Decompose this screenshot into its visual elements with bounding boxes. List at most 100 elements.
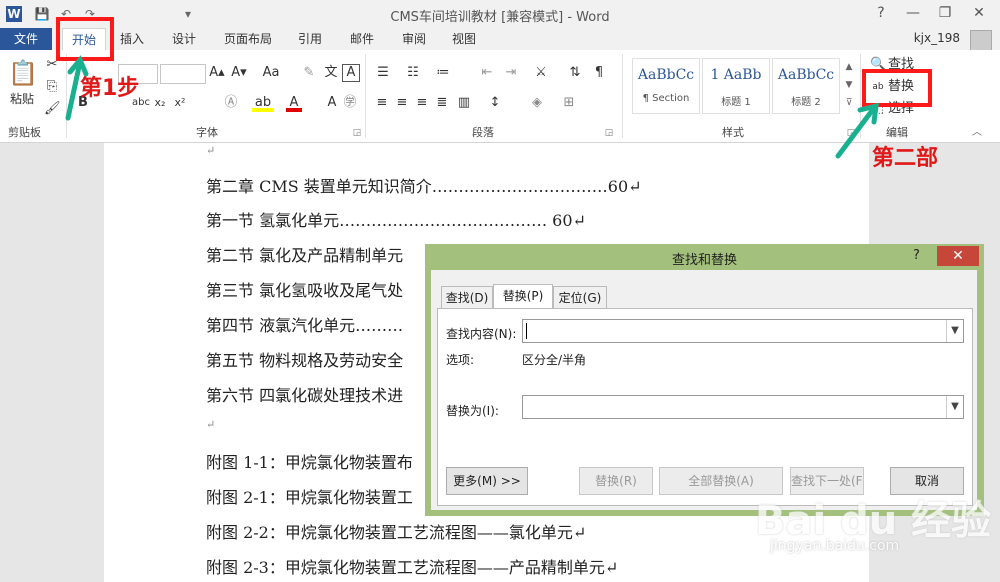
highlight-icon[interactable]: ab <box>252 94 274 112</box>
toc-line[interactable]: 附图 1-1：甲烷氯化物装置布 <box>206 449 413 473</box>
dialog-close-button[interactable]: ✕ <box>937 246 979 266</box>
more-button[interactable]: 更多(M) >> <box>446 467 528 495</box>
font-size-dropdown[interactable] <box>160 64 206 84</box>
superscript-icon[interactable]: x² <box>172 94 188 112</box>
dialog-body: 查找(D) 替换(P) 定位(G) 查找内容(N): ▼ 选项: 区分全/半角 … <box>431 270 977 510</box>
arrow-annotation-2 <box>835 102 879 159</box>
borders-icon[interactable]: ⊞ <box>560 94 578 112</box>
avatar[interactable] <box>970 30 992 52</box>
close-button[interactable]: ✕ <box>964 2 994 24</box>
title-bar: W 💾 ↶ ↷ ▾ CMS车间培训教材 [兼容模式] - Word ? — ❐ … <box>0 0 1000 28</box>
grow-font-icon[interactable]: A▴ <box>208 64 226 82</box>
editing-group-label: 编辑 <box>886 126 908 139</box>
style-section[interactable]: AaBbCc ¶ Section <box>632 58 700 114</box>
styles-scroll-up-icon[interactable]: ▲ <box>842 58 856 76</box>
tab-insert[interactable]: 插入 <box>114 28 150 50</box>
options-label: 选项: <box>446 353 475 367</box>
show-marks-icon[interactable]: ¶ <box>590 64 608 82</box>
font-group-label: 字体 <box>196 126 218 139</box>
tab-review[interactable]: 审阅 <box>396 28 432 50</box>
tab-view[interactable]: 视图 <box>446 28 482 50</box>
find-replace-dialog: 查找和替换 ? ✕ 查找(D) 替换(P) 定位(G) 查找内容(N): ▼ 选… <box>425 244 984 516</box>
dialog-title: 查找和替换 <box>671 253 737 268</box>
tab-mailings[interactable]: 邮件 <box>344 28 380 50</box>
font-dialog-launcher-icon[interactable]: ◲ <box>352 124 362 142</box>
replace-with-label: 替换为(I): <box>446 404 499 418</box>
minimize-button[interactable]: — <box>898 2 928 24</box>
replace-with-input[interactable]: ▼ <box>522 395 964 419</box>
style-preview: AaBbCc <box>637 67 695 83</box>
replace-panel: 查找内容(N): ▼ 选项: 区分全/半角 替换为(I): ▼ 更多(M) >>… <box>437 308 973 506</box>
watermark-url: jingyan.baidu.com <box>770 538 900 554</box>
tab-design[interactable]: 设计 <box>166 28 202 50</box>
toc-line[interactable]: 附图 2-2：甲烷氯化物装置工艺流程图——氯化单元↵ <box>206 519 586 543</box>
shading-icon[interactable]: ◈ <box>528 94 546 112</box>
user-name[interactable]: kjx_198 <box>914 31 960 45</box>
find-what-label: 查找内容(N): <box>446 327 517 341</box>
chevron-down-icon[interactable]: ▼ <box>946 396 963 418</box>
sort-icon[interactable]: ⇅ <box>566 64 584 82</box>
toc-line[interactable]: 第三节 氯化氢吸收及尾气处 <box>206 277 403 301</box>
style-name: ¶ Section <box>642 93 690 104</box>
toc-line[interactable]: 附图 2-1：甲烷氯化物装置工 <box>206 484 413 508</box>
toc-line[interactable]: 第二章 CMS 装置单元知识简介……………………………60↵ <box>206 173 642 197</box>
clear-format-icon[interactable]: ✎ <box>300 64 318 82</box>
dialog-help-button[interactable]: ? <box>913 248 920 263</box>
paragraph-mark: ↵ <box>206 418 216 431</box>
toc-line[interactable]: 第一节 氢氯化单元………………………………… 60↵ <box>206 207 586 231</box>
chevron-down-icon[interactable]: ▼ <box>946 320 963 342</box>
enclose-char-icon[interactable]: ㊫ <box>342 94 358 112</box>
window-title: CMS车间培训教材 [兼容模式] - Word <box>390 10 610 25</box>
help-button[interactable]: ? <box>866 2 896 24</box>
paragraph-dialog-launcher-icon[interactable]: ◲ <box>604 124 614 142</box>
align-right-icon[interactable]: ≡ <box>414 94 430 112</box>
styles-scroll-down-icon[interactable]: ▼ <box>842 76 856 94</box>
text-effects-icon[interactable]: Ⓐ <box>222 94 240 112</box>
tab-find[interactable]: 查找(D) <box>441 286 493 309</box>
group-separator <box>622 54 623 138</box>
char-border-icon[interactable]: A <box>342 64 360 82</box>
tab-references[interactable]: 引用 <box>292 28 328 50</box>
toc-line[interactable]: 第五节 物料规格及劳动安全 <box>206 347 403 371</box>
text-cursor <box>526 323 527 339</box>
styles-group-label: 样式 <box>722 126 744 139</box>
restore-button[interactable]: ❐ <box>930 2 960 24</box>
bullets-icon[interactable]: ☰ <box>374 64 392 82</box>
toc-line[interactable]: 第四节 液氯汽化单元……… <box>206 312 403 336</box>
paragraph-mark: ↵ <box>206 144 216 157</box>
tab-page-layout[interactable]: 页面布局 <box>220 28 276 50</box>
find-what-input[interactable]: ▼ <box>522 319 964 343</box>
align-center-icon[interactable]: ≡ <box>394 94 410 112</box>
align-left-icon[interactable]: ≡ <box>374 94 390 112</box>
change-case-icon[interactable]: Aa <box>258 64 284 82</box>
phonetic-guide-icon[interactable]: 文 <box>322 64 340 82</box>
numbering-icon[interactable]: ☷ <box>404 64 422 82</box>
line-spacing-icon[interactable]: ↕ <box>486 94 504 112</box>
toc-line[interactable]: 第六节 四氯化碳处理技术进 <box>206 382 403 406</box>
shrink-font-icon[interactable]: A▾ <box>230 64 248 82</box>
asian-layout-icon[interactable]: ⚔ <box>530 64 552 82</box>
tab-goto[interactable]: 定位(G) <box>553 286 607 309</box>
paste-icon[interactable]: 📋 <box>8 58 38 88</box>
replace-one-button[interactable]: 替换(R) <box>579 467 653 495</box>
style-heading-2[interactable]: AaBbCc 标题 2 <box>772 58 840 114</box>
style-preview: AaBbCc <box>777 67 835 83</box>
char-shading-icon[interactable]: A <box>324 94 340 112</box>
font-color-icon[interactable]: A <box>286 94 302 112</box>
tab-file[interactable]: 文件 <box>0 28 52 50</box>
justify-icon[interactable]: ≣ <box>434 94 450 112</box>
distributed-icon[interactable]: ▥ <box>456 94 472 112</box>
paste-label[interactable]: 粘贴 <box>4 90 40 108</box>
style-heading-1[interactable]: 1 AaBb 标题 1 <box>702 58 770 114</box>
toc-line[interactable]: 附图 2-3：甲烷氯化物装置工艺流程图——产品精制单元↵ <box>206 554 618 578</box>
style-name: 标题 2 <box>791 97 821 108</box>
style-name: 标题 1 <box>721 97 751 108</box>
tab-replace[interactable]: 替换(P) <box>493 284 553 310</box>
subscript-icon[interactable]: x₂ <box>152 94 168 112</box>
collapse-ribbon-icon[interactable]: ︿ <box>970 124 984 142</box>
multilevel-list-icon[interactable]: ≔ <box>434 64 452 82</box>
toc-line[interactable]: 第二节 氯化及产品精制单元 <box>206 242 403 266</box>
decrease-indent-icon[interactable]: ⇤ <box>478 64 496 82</box>
increase-indent-icon[interactable]: ⇥ <box>502 64 520 82</box>
ribbon-tabs: 文件 开始 插入 设计 页面布局 引用 邮件 审阅 视图 kjx_198 <box>0 28 1000 52</box>
